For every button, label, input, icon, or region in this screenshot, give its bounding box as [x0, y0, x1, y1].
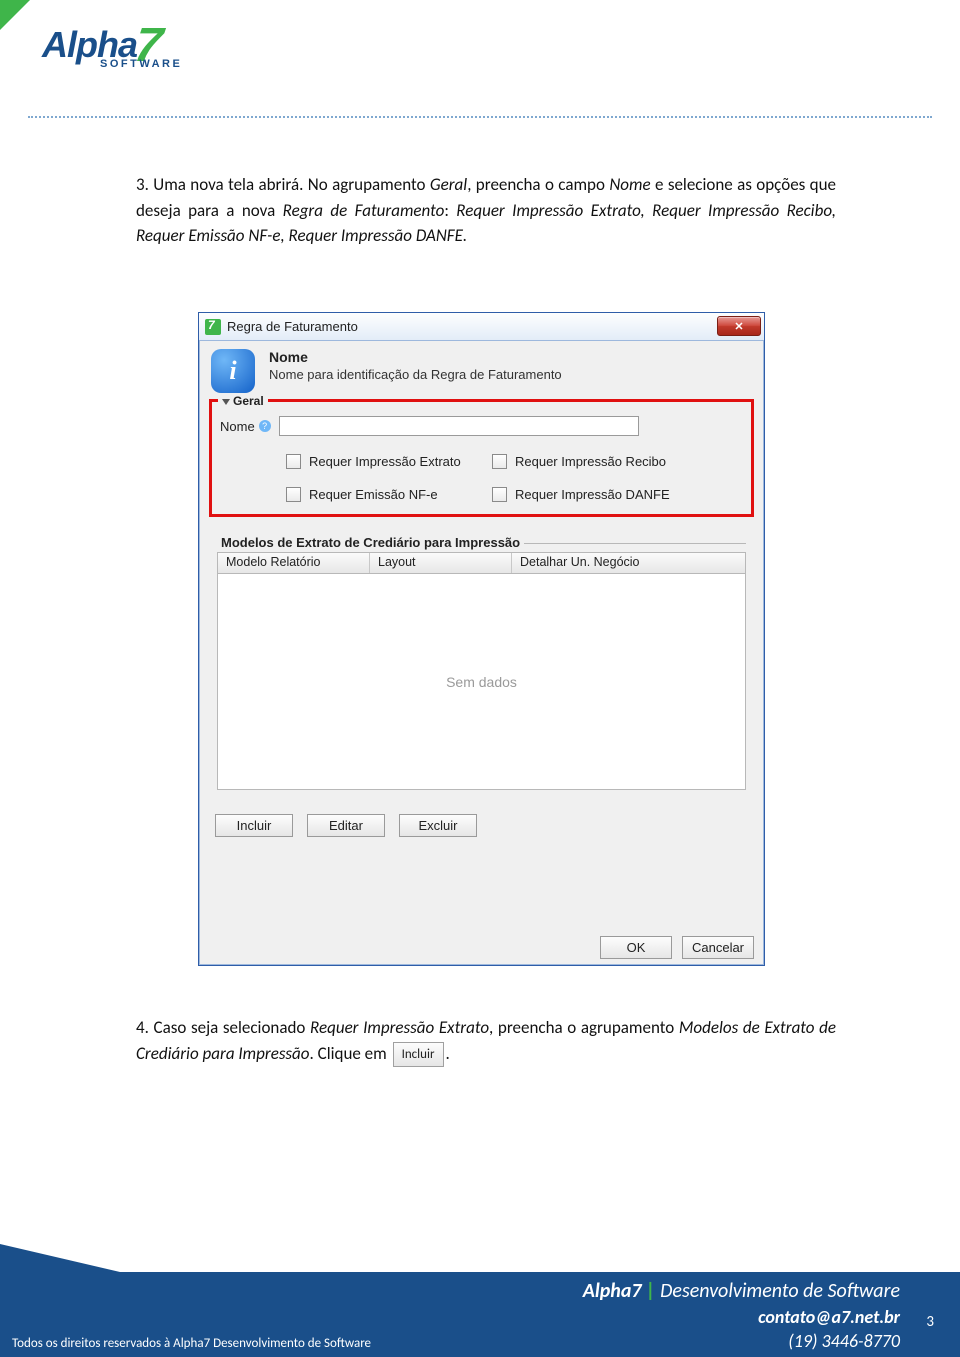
editar-button[interactable]: Editar — [307, 814, 385, 837]
table-header: Modelo Relatório Layout Detalhar Un. Neg… — [217, 552, 746, 574]
page-footer: Todos os direitos reservados à Alpha7 De… — [0, 1272, 960, 1357]
incluir-button[interactable]: Incluir — [215, 814, 293, 837]
footer-company-line: Alpha7 | Desenvolvimento de Software — [583, 1278, 900, 1305]
step-4-text: 4. Caso seja selecionado Requer Impressã… — [136, 1015, 836, 1067]
footer-phone: (19) 3446-8770 — [583, 1329, 900, 1353]
info-bar: Nome Nome para identificação da Regra de… — [211, 349, 754, 393]
group-modelos-label: Modelos de Extrato de Crediário para Imp… — [217, 535, 524, 550]
table-body-empty: Sem dados — [217, 574, 746, 790]
nome-label: Nome? — [220, 419, 271, 434]
header-divider — [28, 116, 932, 118]
dialog-titlebar: Regra de Faturamento ✕ — [199, 313, 764, 341]
inline-incluir-button: Incluir — [393, 1042, 444, 1068]
nome-input[interactable] — [279, 416, 639, 436]
help-icon[interactable]: ? — [259, 420, 271, 432]
column-modelo[interactable]: Modelo Relatório — [218, 553, 370, 573]
dialog-regra-faturamento: Regra de Faturamento ✕ Nome Nome para id… — [198, 312, 765, 966]
checkbox-requer-extrato[interactable]: Requer Impressão Extrato — [286, 454, 492, 469]
checkbox-requer-danfe[interactable]: Requer Impressão DANFE — [492, 487, 735, 502]
page-number: 3 — [926, 1313, 934, 1331]
footer-copyright: Todos os direitos reservados à Alpha7 De… — [12, 1336, 371, 1351]
column-layout[interactable]: Layout — [370, 553, 512, 573]
group-geral-label: Geral — [218, 394, 268, 408]
checkbox-requer-recibo[interactable]: Requer Impressão Recibo — [492, 454, 735, 469]
app-icon — [205, 319, 221, 335]
info-title: Nome — [269, 349, 562, 365]
close-button[interactable]: ✕ — [717, 316, 761, 336]
ok-button[interactable]: OK — [600, 936, 672, 959]
info-description: Nome para identificação da Regra de Fatu… — [269, 367, 562, 382]
cancel-button[interactable]: Cancelar — [682, 936, 754, 959]
dialog-title: Regra de Faturamento — [227, 319, 717, 334]
footer-email: contato@a7.net.br — [583, 1305, 900, 1329]
brand-subtitle: SOFTWARE — [100, 58, 182, 70]
step-3-text: 3. Uma nova tela abrirá. No agrupamento … — [136, 172, 836, 249]
corner-decoration — [0, 0, 30, 30]
group-geral: Geral Nome? Requer Impressão Extrato Req… — [209, 399, 754, 517]
group-modelos: Modelos de Extrato de Crediário para Imp… — [209, 531, 754, 800]
excluir-button[interactable]: Excluir — [399, 814, 477, 837]
footer-slash — [0, 1244, 120, 1272]
checkbox-requer-nfe[interactable]: Requer Emissão NF-e — [286, 487, 492, 502]
info-icon — [211, 349, 255, 393]
column-detalhar[interactable]: Detalhar Un. Negócio — [512, 553, 745, 573]
